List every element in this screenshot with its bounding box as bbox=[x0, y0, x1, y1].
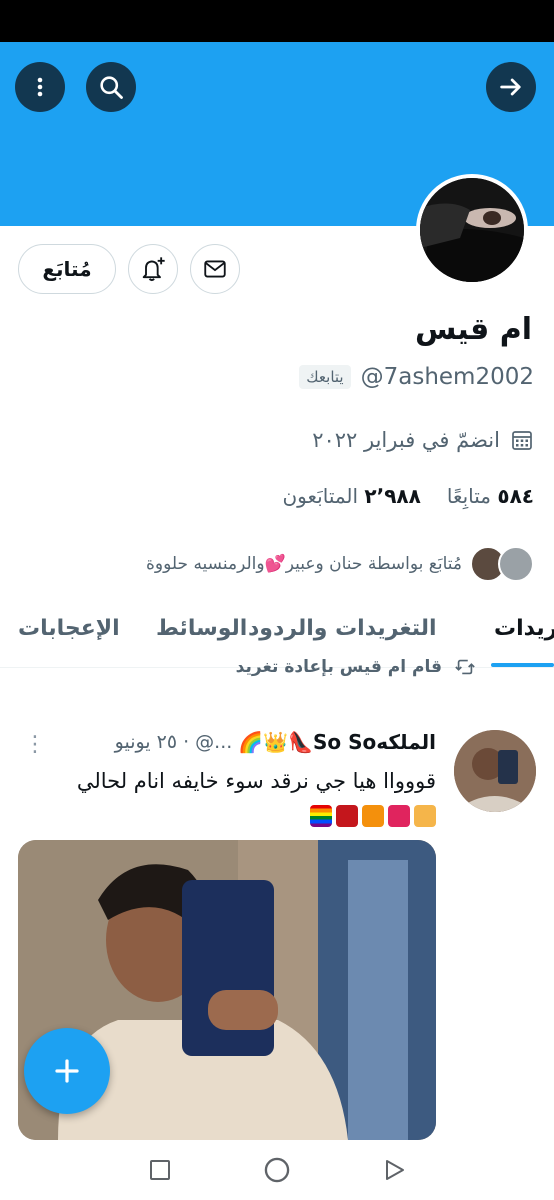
tweet-emoji-line bbox=[16, 800, 436, 830]
tweet-author-avatar[interactable] bbox=[454, 730, 536, 812]
calendar-icon bbox=[512, 431, 532, 450]
system-navigation-bar bbox=[0, 1140, 554, 1200]
triangle-back-icon bbox=[386, 1160, 404, 1180]
following-stat[interactable]: ٥٨٤ متابِعًا bbox=[447, 484, 534, 508]
plus-icon bbox=[55, 1059, 79, 1083]
tweet-more-icon[interactable]: ⋮ bbox=[24, 732, 46, 757]
followers-count: ٢٬٩٨٨ bbox=[364, 484, 421, 508]
tweet-header: الملكهSo So👠👑🌈 ...@ · ٢٥ يونيو bbox=[115, 730, 436, 754]
handle-row: يتابعك @7ashem2002 bbox=[299, 364, 534, 390]
mini-avatar bbox=[498, 546, 534, 582]
retweet-context: قام ام قيس بإعادة تغريد bbox=[236, 656, 476, 678]
joined-text: انضمّ في فبراير ٢٠٢٢ bbox=[312, 428, 500, 452]
back-button[interactable] bbox=[486, 62, 536, 112]
tab-tweets-replies[interactable]: التغريدات والردود bbox=[248, 616, 437, 641]
profile-name: ام قيس bbox=[414, 312, 532, 347]
search-button[interactable] bbox=[86, 62, 136, 112]
recents-button[interactable] bbox=[144, 1154, 176, 1186]
follows-you-badge: يتابعك bbox=[299, 365, 351, 389]
tab-media[interactable]: الوسائط bbox=[156, 616, 247, 641]
crying-face-icon bbox=[414, 805, 436, 827]
search-icon bbox=[100, 76, 123, 99]
followed-by-text: مُتابَع بواسطة حنان وعبير💕والرمنسيه حلوو… bbox=[146, 554, 462, 574]
compose-tweet-button[interactable] bbox=[24, 1028, 110, 1114]
follow-stats: ٥٨٤ متابِعًا ٢٬٩٨٨ المتابَعون bbox=[282, 484, 534, 508]
tweet-body: قووواا هيا جي نرقد سوء خايفه انام لحالي bbox=[76, 769, 436, 793]
retweet-icon bbox=[455, 659, 475, 675]
profile-handle: @7ashem2002 bbox=[360, 364, 534, 390]
kiss-mark-icon bbox=[388, 805, 410, 827]
tab-likes[interactable]: الإعجابات bbox=[18, 616, 120, 641]
profile-avatar[interactable] bbox=[416, 174, 528, 286]
followers-label: المتابَعون bbox=[282, 484, 359, 508]
system-back-button[interactable] bbox=[378, 1154, 410, 1186]
arrow-right-icon bbox=[500, 78, 521, 96]
tab-tweets[interactable]: ريدات bbox=[494, 616, 554, 641]
bell-plus-icon bbox=[142, 257, 165, 282]
active-tab-indicator bbox=[491, 663, 554, 667]
home-button[interactable] bbox=[261, 1154, 293, 1186]
high-heel-icon bbox=[336, 805, 358, 827]
following-count: ٥٨٤ bbox=[497, 484, 534, 508]
following-button[interactable]: مُتابَع bbox=[18, 244, 116, 294]
more-vertical-icon bbox=[37, 77, 43, 97]
followed-by-avatars bbox=[470, 546, 534, 582]
followers-stat[interactable]: ٢٬٩٨٨ المتابَعون bbox=[282, 484, 420, 508]
status-bar bbox=[0, 0, 554, 42]
square-icon bbox=[150, 1160, 170, 1180]
joined-date: انضمّ في فبراير ٢٠٢٢ bbox=[312, 428, 534, 452]
rainbow-flag-icon bbox=[310, 805, 332, 827]
tweet-meta: ...@ · ٢٥ يونيو bbox=[114, 731, 233, 753]
retweeted-by-text: قام ام قيس بإعادة تغريد bbox=[235, 657, 442, 677]
following-button-label: مُتابَع bbox=[42, 257, 92, 281]
fire-icon bbox=[362, 805, 384, 827]
message-button[interactable] bbox=[190, 244, 240, 294]
circle-icon bbox=[264, 1157, 290, 1183]
tweet-author-name[interactable]: الملكهSo So👠👑🌈 bbox=[238, 730, 436, 754]
more-button[interactable] bbox=[15, 62, 65, 112]
following-label: متابِعًا bbox=[446, 484, 492, 508]
notifications-button[interactable] bbox=[128, 244, 178, 294]
mail-icon bbox=[204, 260, 226, 278]
followed-by-row[interactable]: مُتابَع بواسطة حنان وعبير💕والرمنسيه حلوو… bbox=[146, 546, 534, 582]
tweet-text: قووواا هيا جي نرقد سوء خايفه انام لحالي bbox=[16, 766, 436, 830]
